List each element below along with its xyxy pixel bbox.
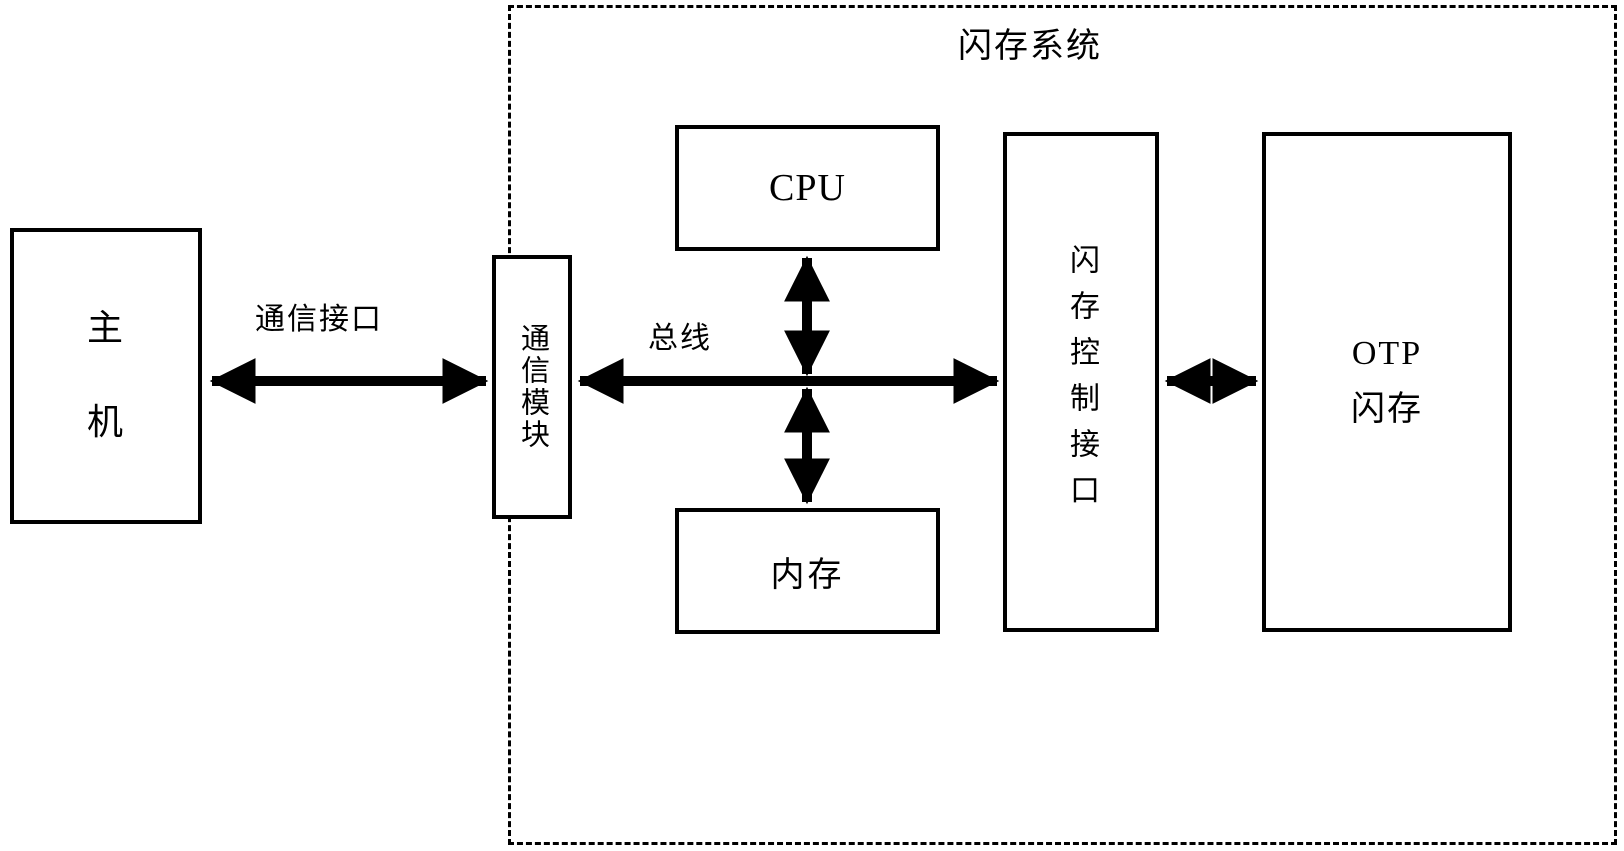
- box-otp-flash-label: OTP 闪存: [1351, 326, 1423, 438]
- label-bus: 总线: [648, 322, 712, 355]
- box-otp-flash-line2: 闪存: [1351, 391, 1423, 428]
- box-cpu[interactable]: CPU: [675, 125, 940, 251]
- box-host[interactable]: 主机: [10, 228, 202, 524]
- box-otp-flash[interactable]: OTP 闪存: [1262, 132, 1512, 632]
- diagram-canvas: 闪存系统 communication module --> flash cont…: [0, 0, 1624, 851]
- label-communication-interface: 通信接口: [255, 303, 383, 336]
- system-title: 闪存系统: [958, 28, 1102, 65]
- box-otp-flash-line1: OTP: [1351, 334, 1423, 372]
- box-flash-control-interface-label: 闪存控制接口: [1065, 244, 1098, 520]
- box-flash-control-interface[interactable]: 闪存控制接口: [1003, 132, 1159, 632]
- box-cpu-label: CPU: [769, 167, 846, 209]
- box-communication-module[interactable]: 通信模块: [492, 255, 572, 519]
- box-host-label: 主机: [86, 308, 125, 442]
- box-memory[interactable]: 内存: [675, 508, 940, 634]
- box-memory-label: 内存: [770, 556, 845, 594]
- box-communication-module-label: 通信模块: [516, 323, 549, 451]
